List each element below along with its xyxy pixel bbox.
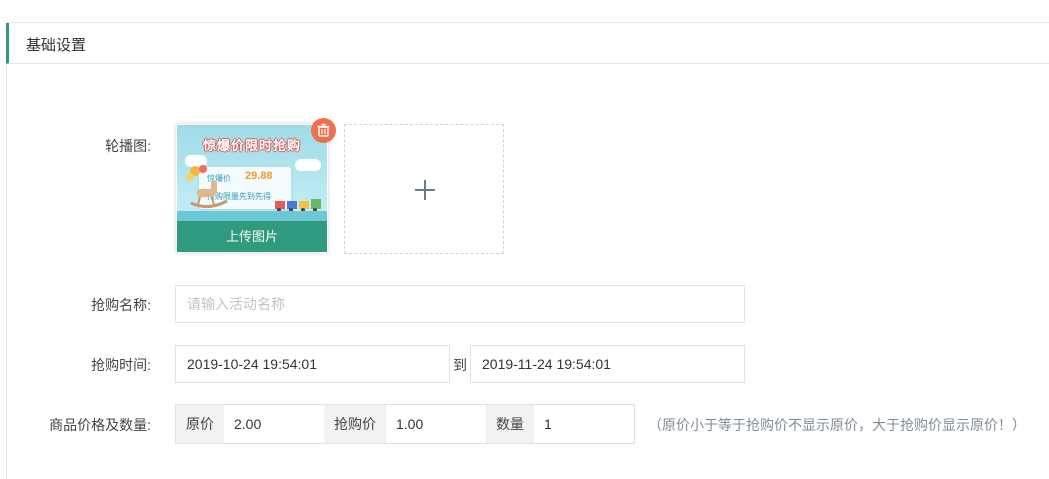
trash-icon	[317, 123, 330, 137]
carousel-label: 轮播图:	[105, 138, 151, 154]
section-header: 基础设置	[6, 23, 1049, 64]
banner-image: 惊爆价限时抢购 惊爆价 29.88 抢购限量先到先得	[177, 125, 327, 221]
price-quantity-label: 商品价格及数量:	[49, 417, 151, 433]
banner-title: 惊爆价限时抢购	[202, 138, 301, 153]
add-image-button[interactable]	[344, 124, 504, 254]
upload-image-button[interactable]: 上传图片	[177, 221, 327, 252]
price-quantity-group: 原价 2.00 抢购价 1.00 数量 1	[175, 404, 635, 444]
time-separator: 到	[453, 357, 467, 373]
activity-time-label: 抢购时间:	[91, 357, 151, 373]
quantity-addon: 数量	[486, 405, 534, 443]
end-time-input[interactable]: 2019-11-24 19:54:01	[470, 345, 745, 383]
flash-price-input[interactable]: 1.00	[396, 405, 486, 443]
original-price-addon: 原价	[176, 405, 224, 443]
rocking-horse-illustration	[186, 165, 228, 208]
activity-name-input[interactable]	[175, 285, 745, 323]
banner-price: 29.88	[245, 170, 273, 182]
activity-name-label: 抢购名称:	[91, 297, 151, 313]
carousel-thumbnail[interactable]: 惊爆价限时抢购 惊爆价 29.88 抢购限量先到先得 上传图片	[176, 124, 328, 253]
start-time-input[interactable]: 2019-10-24 19:54:01	[175, 345, 450, 383]
section-title: 基础设置	[26, 37, 87, 54]
price-hint: （原价小于等于抢购价不显示原价，大于抢购价显示原价！）	[648, 417, 1026, 433]
original-price-input[interactable]: 2.00	[234, 405, 324, 443]
flash-price-addon: 抢购价	[324, 405, 386, 443]
quantity-input[interactable]: 1	[544, 405, 634, 443]
delete-image-button[interactable]	[311, 118, 336, 143]
